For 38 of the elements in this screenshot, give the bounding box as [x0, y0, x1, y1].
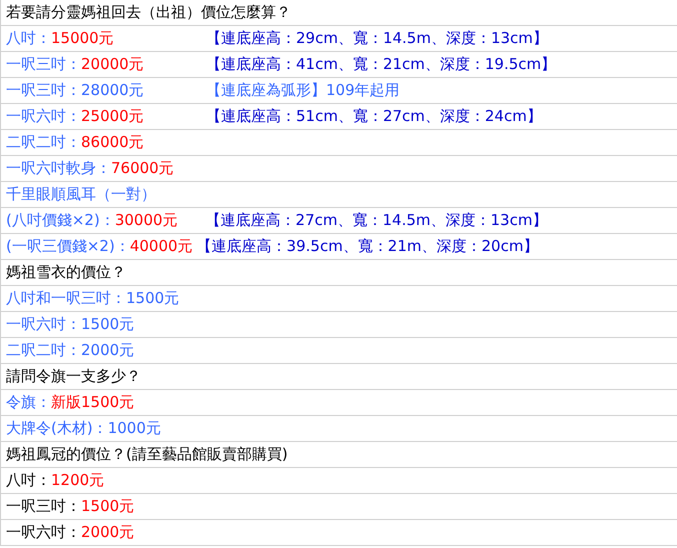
cell-text: 一呎三吋：: [6, 57, 81, 72]
cell-text: 一呎六吋軟身：: [6, 161, 111, 176]
cell-text: 大牌令(木材)：1000元: [6, 421, 161, 436]
cell-text: 一呎六吋：: [6, 525, 81, 540]
cell-text: (八吋價錢×2)：: [6, 213, 115, 228]
cell-text: 一呎六吋：1500元: [6, 317, 134, 332]
cell-text: 76000元: [111, 161, 174, 176]
cell-text: 媽祖雪衣的價位？: [6, 265, 126, 280]
cell-text: 請問令旗一支多少？: [6, 369, 141, 384]
cell-text: 令旗：: [6, 395, 51, 410]
cell-text: 86000元: [81, 135, 144, 150]
size-note: 【連底座高：27cm、寬：14.5m、深度：13cm】: [206, 213, 548, 228]
cell-text: 千里眼順風耳（一對）: [6, 187, 156, 202]
size-note: 【連底座高：41cm、寬：21cm、深度：19.5cm】: [206, 57, 556, 72]
cell-text: 1500元: [81, 499, 134, 514]
cell-text: 二呎二吋：: [6, 135, 81, 150]
cell-text: 25000元: [81, 109, 144, 124]
cell-text: 40000元: [130, 239, 193, 254]
cell-text: (一呎三價錢×2)：: [6, 239, 130, 254]
cell-text: 30000元: [114, 213, 178, 228]
cell-text: 若要請分靈媽祖回去（出祖）價位怎麼算？: [6, 5, 291, 20]
cell-text: 八吋：: [6, 473, 51, 488]
cell-text: 20000元: [81, 57, 144, 72]
cell-text: 一呎三吋：: [6, 499, 81, 514]
size-note: 【連底座高：39.5cm、寬：21m、深度：20cm】: [196, 239, 538, 254]
size-note: 【連底座為弧形】109年起用: [206, 83, 400, 98]
cell-text: 新版1500元: [51, 395, 134, 410]
cell-text: 1200元: [51, 473, 104, 488]
cell-text: 二呎二吋：2000元: [6, 343, 134, 358]
size-note: 【連底座高：51cm、寬：27cm、深度：24cm】: [206, 109, 542, 124]
cell-text: 2000元: [81, 525, 134, 540]
cell-text: 媽祖鳳冠的價位？(請至藝品館販賣部購買): [6, 447, 288, 462]
cell-text: 一呎六吋：: [6, 109, 81, 124]
cell-text: 一呎三吋：28000元: [6, 83, 144, 98]
size-note: 【連底座高：29cm、寬：14.5m、深度：13cm】: [206, 31, 548, 46]
cell-text: 八吋：: [6, 31, 51, 46]
cell-text: 15000元: [51, 31, 114, 46]
cell-text: 八吋和一呎三吋：1500元: [6, 291, 180, 306]
